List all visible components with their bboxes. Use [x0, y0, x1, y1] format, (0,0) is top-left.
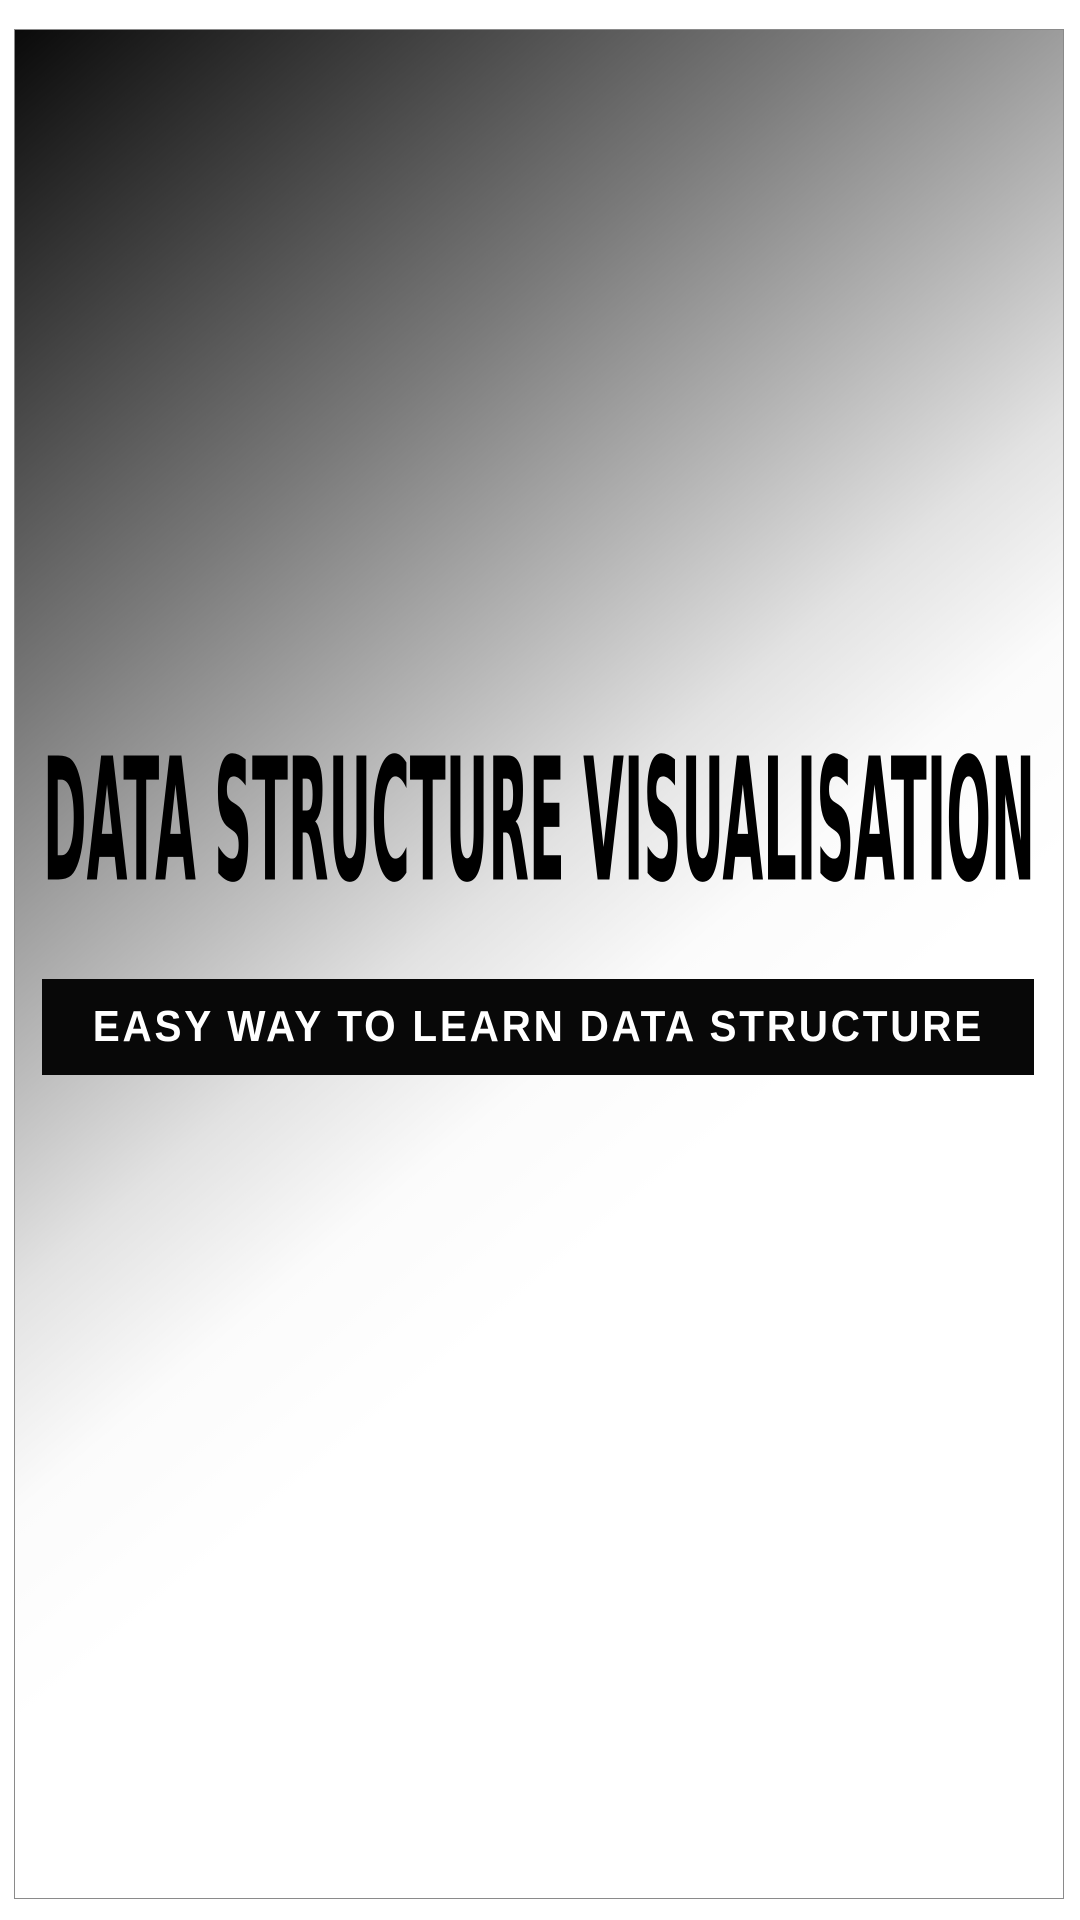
splash-screen: DATA STRUCTURE VISUALISATION EASY WAY TO… [0, 0, 1080, 1920]
cover-panel: DATA STRUCTURE VISUALISATION EASY WAY TO… [14, 29, 1064, 1899]
tagline-text: EASY WAY TO LEARN DATA STRUCTURE [92, 1002, 984, 1051]
app-title: DATA STRUCTURE VISUALISATION [43, 736, 1035, 921]
title-container: DATA STRUCTURE VISUALISATION [43, 736, 1035, 936]
tagline-banner: EASY WAY TO LEARN DATA STRUCTURE [42, 979, 1034, 1075]
